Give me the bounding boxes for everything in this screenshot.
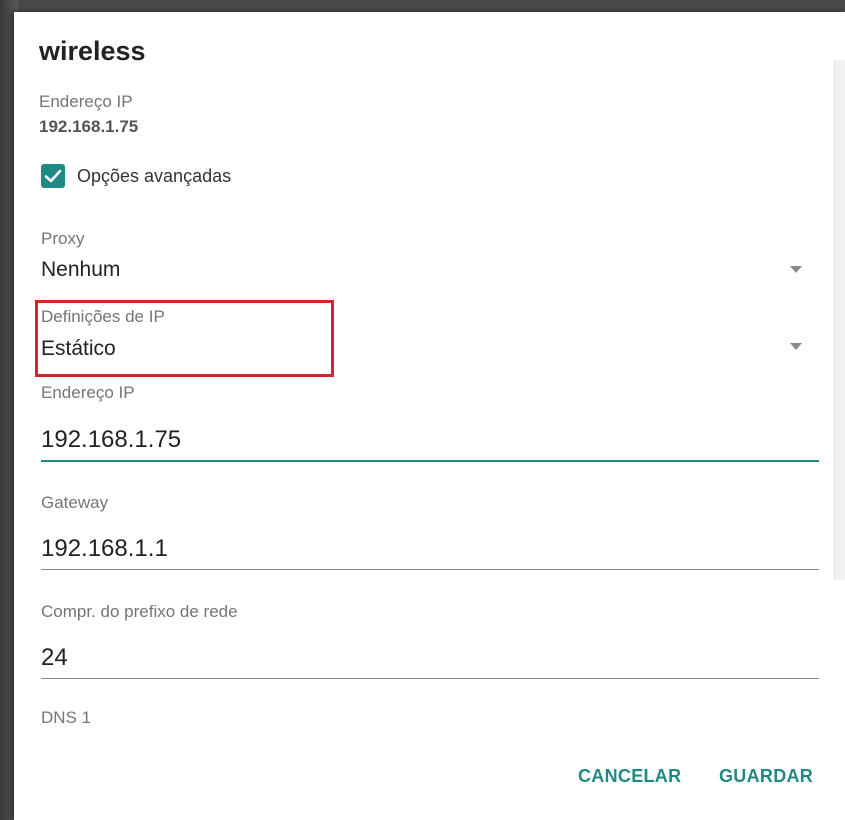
- ip-settings-label: Definições de IP: [41, 307, 165, 326]
- wifi-config-dialog: [14, 12, 845, 820]
- proxy-label: Proxy: [41, 229, 85, 248]
- prefix-length-input[interactable]: [41, 641, 819, 679]
- dns1-field-label: DNS 1: [41, 708, 92, 727]
- save-button[interactable]: GUARDAR: [719, 766, 813, 787]
- ip-settings-dropdown-arrow-icon[interactable]: [790, 343, 802, 350]
- gateway-field-label: Gateway: [41, 493, 109, 512]
- proxy-dropdown-arrow-icon[interactable]: [790, 266, 802, 273]
- ip-settings-select-value[interactable]: Estático: [41, 337, 116, 361]
- advanced-options-label[interactable]: Opções avançadas: [77, 166, 231, 187]
- advanced-options-checkbox[interactable]: [41, 164, 65, 188]
- dialog-title: wireless: [39, 36, 146, 66]
- proxy-select-value[interactable]: Nenhum: [41, 258, 120, 282]
- scrollbar-track[interactable]: [834, 60, 845, 580]
- ip-info-value: 192.168.1.75: [39, 117, 139, 136]
- check-icon: [44, 169, 62, 183]
- ip-info-label: Endereço IP: [39, 92, 133, 111]
- prefix-length-field-label: Compr. do prefixo de rede: [41, 602, 238, 621]
- gateway-input[interactable]: [41, 532, 819, 570]
- cancel-button[interactable]: CANCELAR: [578, 766, 681, 787]
- ip-address-input[interactable]: [41, 424, 819, 462]
- ip-address-field-label: Endereço IP: [41, 383, 135, 402]
